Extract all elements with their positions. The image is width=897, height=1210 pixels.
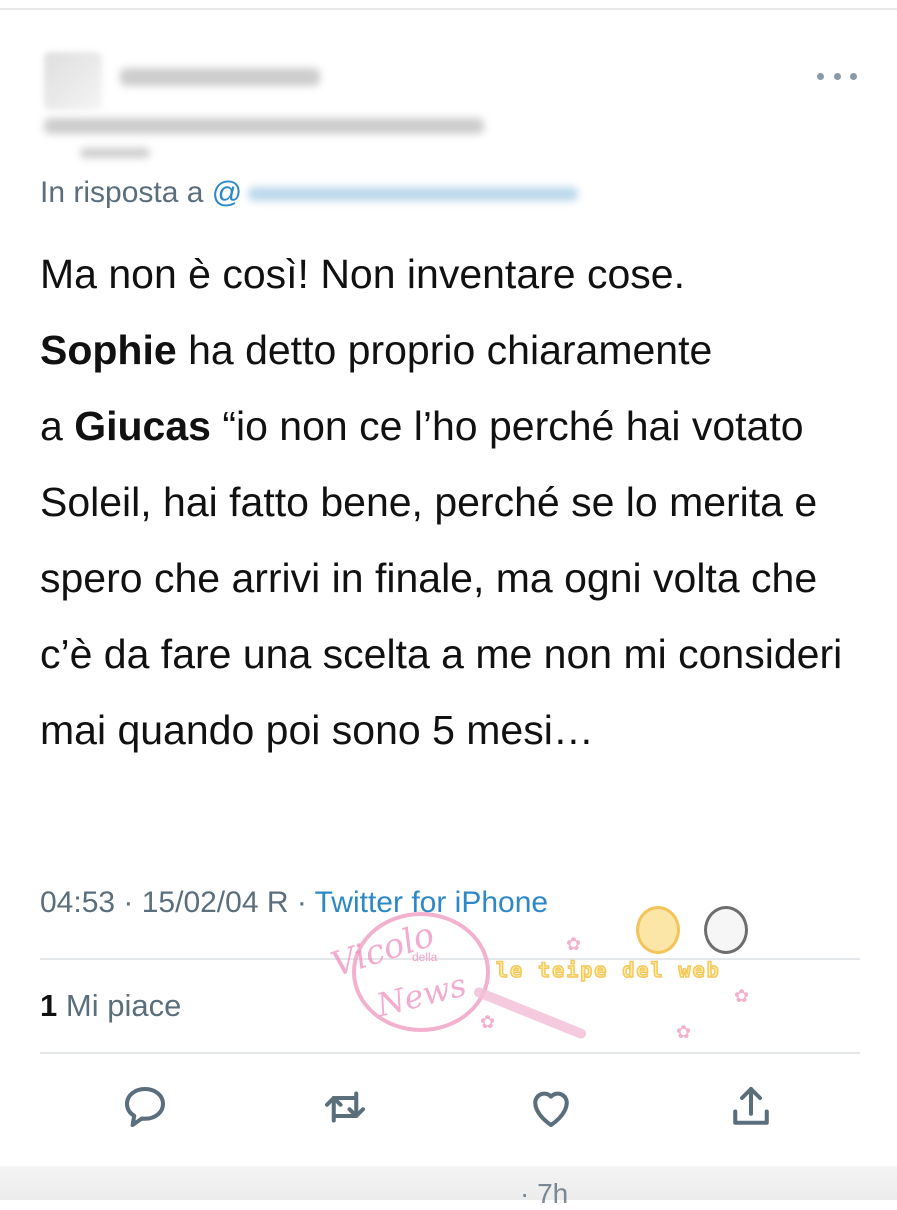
heart-icon <box>533 1091 569 1128</box>
likes-label: Mi piace <box>65 988 182 1023</box>
avatar[interactable] <box>44 52 102 110</box>
author-header-redacted[interactable] <box>40 40 500 170</box>
watermark-logo: Vicolo della News le teipe del web ✿ ✿ ✿… <box>326 900 770 1060</box>
paw-icon: ✿ <box>566 934 582 954</box>
divider-top <box>40 958 860 960</box>
magnifier-circle <box>352 912 490 1032</box>
tweet-meta: 04:53 · 15/02/04 R · Twitter for iPhone <box>40 886 548 920</box>
tweet-text-quote: “io non ce l’ho perché hai votato Soleil… <box>40 403 843 753</box>
mention-sophie: Sophie <box>40 327 177 373</box>
mention-giucas: Giucas <box>74 403 211 449</box>
tweet-text-line2: ha detto proprio chiaramente <box>176 327 713 373</box>
redacted-handle <box>44 118 484 134</box>
redacted-reply-handle <box>248 187 579 202</box>
paw-icon: ✿ <box>676 1022 692 1042</box>
source-link[interactable]: Twitter for iPhone <box>315 886 548 919</box>
paw-icon: ✿ <box>480 1012 496 1032</box>
watermark-small: della <box>412 950 438 964</box>
paw-icon: ✿ <box>734 986 750 1006</box>
divider-bottom <box>40 1052 860 1054</box>
watermark-banner: le teipe del web <box>495 957 721 983</box>
timestamp[interactable]: 04:53 · 15/02/04 R · <box>40 886 315 919</box>
speech-bubble-icon <box>124 1086 166 1128</box>
top-border <box>0 8 897 10</box>
like-button[interactable] <box>524 1080 578 1134</box>
share-icon <box>733 1086 769 1125</box>
tweet-body: Ma non è così! Non inventare cose. Sophi… <box>40 236 870 768</box>
magnifier-handle <box>472 985 588 1041</box>
reply-to-label: In risposta a <box>40 176 204 209</box>
watermark-script-top: Vicolo <box>326 914 440 986</box>
tweet-text-line1: Ma non è così! Non inventare cose. <box>40 251 685 297</box>
share-button[interactable] <box>724 1080 778 1134</box>
next-tweet-cutoff <box>0 1166 897 1200</box>
retweet-button[interactable] <box>318 1080 372 1134</box>
likes-count[interactable]: 1 Mi piace <box>40 988 181 1024</box>
action-bar <box>100 1080 800 1140</box>
redacted-extra <box>80 148 150 158</box>
reply-button[interactable] <box>118 1080 172 1134</box>
next-tweet-partial-time: · 7h <box>520 1178 569 1209</box>
watermark-script-bottom: News <box>372 965 470 1025</box>
retweet-icon <box>324 1091 366 1123</box>
cartoon-face-icon <box>636 906 680 954</box>
cartoon-face-icon <box>704 906 748 954</box>
reply-to-handle[interactable]: @ <box>212 176 242 209</box>
reply-to-line: In risposta a @ <box>40 176 579 210</box>
tweet-screenshot: In risposta a @ Ma non è così! Non inven… <box>0 0 897 1209</box>
tweet-text-prefix: a <box>40 403 75 449</box>
more-options-icon[interactable] <box>817 66 857 86</box>
redacted-name <box>120 68 320 86</box>
likes-number: 1 <box>40 988 58 1023</box>
